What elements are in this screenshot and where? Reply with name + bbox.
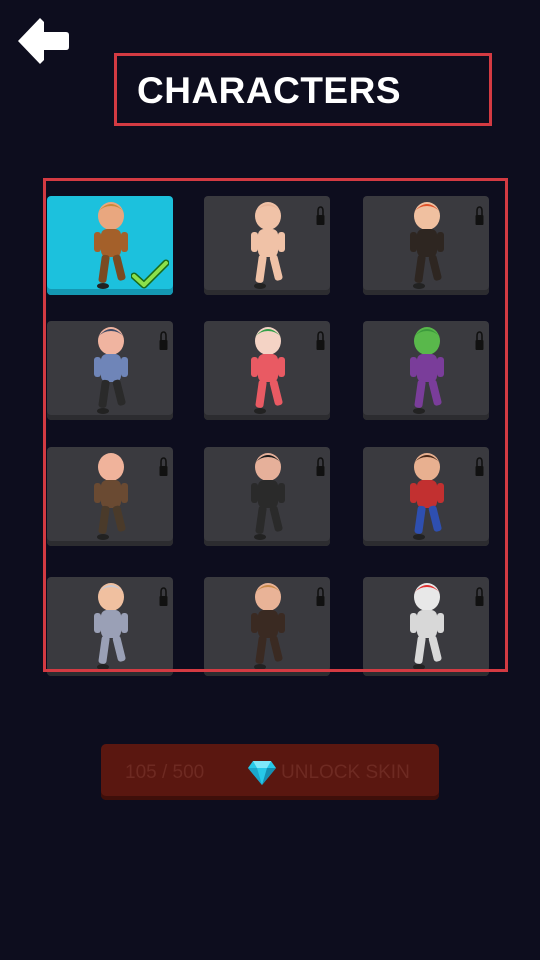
character-tile-baby[interactable]	[204, 196, 330, 295]
page-title: CHARACTERS	[137, 70, 401, 111]
character-tile-wonder-hero[interactable]	[363, 447, 489, 546]
lock-icon	[316, 457, 325, 476]
gem-count: 105 / 500	[125, 762, 205, 783]
character-figure	[251, 202, 285, 289]
character-tile-knight[interactable]	[363, 577, 489, 676]
lock-icon	[316, 331, 325, 350]
lock-icon	[159, 587, 168, 606]
character-figure	[251, 327, 285, 414]
unlock-skin-button[interactable]: 105 / 500 UNLOCK SKIN	[101, 744, 439, 800]
title-box: CHARACTERS	[114, 53, 492, 126]
character-figure	[94, 327, 128, 414]
character-tile-wizard[interactable]	[47, 577, 173, 676]
character-figure	[251, 583, 285, 670]
character-tile-red-hair-agent[interactable]	[363, 196, 489, 295]
lock-icon	[475, 587, 484, 606]
character-tile-cowboy[interactable]	[47, 196, 173, 295]
lock-icon	[316, 206, 325, 225]
unlock-label: UNLOCK SKIN	[281, 762, 410, 783]
character-figure	[410, 453, 444, 540]
character-tile-green-giant[interactable]	[363, 321, 489, 420]
lock-icon	[316, 587, 325, 606]
diamond-icon	[248, 761, 276, 785]
character-figure	[410, 327, 444, 414]
lock-icon	[159, 457, 168, 476]
lock-icon	[475, 206, 484, 225]
character-figure	[94, 583, 128, 670]
back-button[interactable]	[14, 14, 70, 68]
back-arrow-icon	[18, 18, 69, 64]
lock-icon	[475, 331, 484, 350]
character-tile-suit-guy[interactable]	[204, 577, 330, 676]
character-tile-bald-guy[interactable]	[47, 447, 173, 546]
character-tile-joker[interactable]	[204, 321, 330, 420]
checkmark-icon	[131, 259, 169, 289]
character-tile-hitman[interactable]	[204, 447, 330, 546]
character-figure	[410, 202, 444, 289]
character-tile-police-officer[interactable]	[47, 321, 173, 420]
lock-icon	[475, 457, 484, 476]
character-figure	[410, 583, 444, 670]
lock-icon	[159, 331, 168, 350]
character-figure	[94, 453, 128, 540]
character-figure	[251, 453, 285, 540]
